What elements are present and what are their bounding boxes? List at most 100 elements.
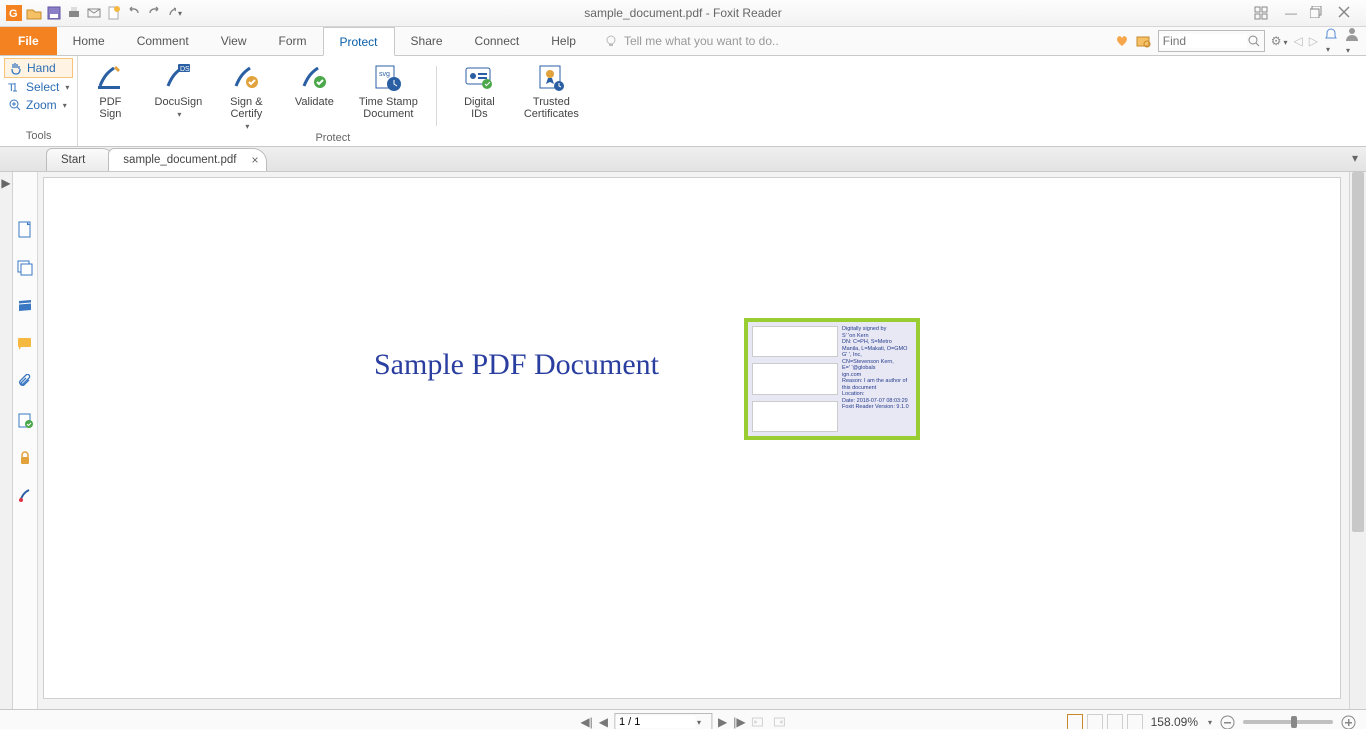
document-tab-label: sample_document.pdf bbox=[123, 154, 236, 166]
signature-thumbnails bbox=[752, 326, 838, 432]
signature-details: Digitally signed by S' 'on Kern DN: C=PH… bbox=[842, 326, 912, 432]
prev-page-icon[interactable]: ◀ bbox=[599, 715, 608, 729]
view-mode-icons bbox=[1067, 714, 1143, 729]
security-panel-icon[interactable] bbox=[17, 450, 33, 466]
page-number-input[interactable] bbox=[615, 716, 695, 728]
tell-me-placeholder: Tell me what you want to do.. bbox=[624, 34, 779, 48]
signatures-panel-icon[interactable] bbox=[17, 412, 33, 428]
find-prev-icon[interactable]: ◁ bbox=[1294, 34, 1303, 48]
next-page-icon[interactable]: ▶ bbox=[718, 715, 727, 729]
tab-help[interactable]: Help bbox=[535, 27, 592, 55]
save-icon[interactable] bbox=[46, 5, 62, 21]
gear-icon[interactable]: ⚙▾ bbox=[1271, 34, 1288, 48]
new-icon[interactable] bbox=[106, 5, 122, 21]
zoom-label: Zoom bbox=[26, 98, 57, 112]
tab-connect[interactable]: Connect bbox=[459, 27, 536, 55]
pdf-sign-icon bbox=[94, 62, 126, 94]
continuous-icon[interactable] bbox=[1087, 714, 1103, 729]
ribbon-toggle-icon[interactable] bbox=[1254, 6, 1272, 20]
tab-share[interactable]: Share bbox=[395, 27, 459, 55]
close-tab-icon[interactable]: × bbox=[251, 153, 258, 167]
sign-certify-icon bbox=[230, 62, 262, 94]
validate-button[interactable]: Validate bbox=[284, 60, 344, 132]
open-icon[interactable] bbox=[26, 5, 42, 21]
document-tab[interactable]: sample_document.pdf × bbox=[108, 148, 267, 171]
tab-form[interactable]: Form bbox=[263, 27, 323, 55]
bell-icon[interactable]: ▾ bbox=[1324, 27, 1338, 55]
scroll-thumb[interactable] bbox=[1352, 172, 1364, 532]
layers-panel-icon[interactable] bbox=[17, 260, 33, 276]
scroll-tool-icon[interactable]: ▾ bbox=[166, 5, 182, 21]
nav-forward-icon[interactable] bbox=[772, 715, 786, 729]
tabs-dropdown-icon[interactable]: ▾ bbox=[1352, 151, 1358, 165]
zoom-tool[interactable]: Zoom▾ bbox=[4, 96, 73, 114]
panel-expand-strip[interactable]: ▶ bbox=[0, 172, 13, 709]
digital-signature-box[interactable]: Digitally signed by S' 'on Kern DN: C=PH… bbox=[744, 318, 920, 440]
file-menu[interactable]: File bbox=[0, 27, 57, 55]
comments-panel-icon[interactable] bbox=[17, 336, 33, 352]
user-icon[interactable]: ▾ bbox=[1344, 26, 1360, 56]
start-tab[interactable]: Start bbox=[46, 148, 116, 171]
heart-icon[interactable] bbox=[1114, 33, 1130, 49]
hand-tool[interactable]: Hand bbox=[4, 58, 73, 78]
zoom-out-icon[interactable] bbox=[1220, 715, 1235, 729]
single-page-icon[interactable] bbox=[1067, 714, 1083, 729]
search-folder-icon[interactable] bbox=[1136, 33, 1152, 49]
page-dropdown-icon[interactable]: ▾ bbox=[697, 718, 701, 727]
print-icon[interactable] bbox=[66, 5, 82, 21]
nav-back-icon[interactable] bbox=[752, 715, 766, 729]
svg-text:svg: svg bbox=[379, 71, 390, 78]
docusign-icon: DS bbox=[162, 62, 194, 94]
tab-view[interactable]: View bbox=[205, 27, 263, 55]
find-input[interactable] bbox=[1159, 34, 1247, 48]
pages-panel-icon[interactable] bbox=[17, 222, 33, 238]
tab-comment[interactable]: Comment bbox=[121, 27, 205, 55]
pdf-sign-button[interactable]: PDF Sign bbox=[80, 60, 140, 132]
zoom-slider-knob[interactable] bbox=[1291, 716, 1297, 728]
digital-ids-label: Digital IDs bbox=[464, 96, 495, 120]
timestamp-button[interactable]: svg Time Stamp Document bbox=[352, 60, 424, 132]
docusign-label: DocuSign bbox=[155, 96, 203, 108]
minimize-button[interactable]: — bbox=[1282, 6, 1300, 20]
continuous-facing-icon[interactable] bbox=[1127, 714, 1143, 729]
document-viewport[interactable]: Sample PDF Document Digitally signed by … bbox=[38, 172, 1366, 709]
sig-line: Reason: I am the author of bbox=[842, 378, 912, 385]
zoom-in-icon[interactable] bbox=[1341, 715, 1356, 729]
ribbon: Hand T Select▾ Zoom▾ Tools PDF Sign DS D… bbox=[0, 56, 1366, 147]
attachments-panel-icon[interactable] bbox=[17, 374, 33, 390]
undo-icon[interactable] bbox=[126, 5, 142, 21]
select-tool[interactable]: T Select▾ bbox=[4, 78, 73, 96]
tell-me-box[interactable]: Tell me what you want to do.. bbox=[604, 27, 779, 55]
tab-home[interactable]: Home bbox=[57, 27, 121, 55]
find-box[interactable] bbox=[1158, 30, 1265, 52]
docusign-button[interactable]: DS DocuSign▾ bbox=[148, 60, 208, 132]
digital-ids-button[interactable]: Digital IDs bbox=[449, 60, 509, 132]
facing-icon[interactable] bbox=[1107, 714, 1123, 729]
work-area: ▶ Sample PDF Document Digitally signed b… bbox=[0, 172, 1366, 709]
trusted-certs-icon bbox=[535, 62, 567, 94]
close-button[interactable] bbox=[1338, 6, 1356, 20]
zoom-dropdown-icon[interactable]: ▾ bbox=[1208, 718, 1212, 727]
email-icon[interactable] bbox=[86, 5, 102, 21]
page-number-box[interactable]: ▾ bbox=[614, 713, 712, 729]
zoom-icon bbox=[8, 98, 22, 112]
sign-panel-icon[interactable] bbox=[17, 488, 33, 504]
app-icon: G bbox=[6, 5, 22, 21]
zoom-slider[interactable] bbox=[1243, 720, 1333, 724]
search-icon[interactable] bbox=[1247, 34, 1261, 48]
status-bar: ◀| ◀ ▾ ▶ |▶ 158.09% ▾ bbox=[0, 709, 1366, 729]
redo-icon[interactable] bbox=[146, 5, 162, 21]
first-page-icon[interactable]: ◀| bbox=[580, 715, 592, 729]
sig-thumb-2 bbox=[752, 363, 838, 394]
tab-protect[interactable]: Protect bbox=[323, 27, 395, 56]
sign-certify-button[interactable]: Sign & Certify▾ bbox=[216, 60, 276, 132]
find-next-icon[interactable]: ▷ bbox=[1309, 34, 1318, 48]
hand-label: Hand bbox=[27, 61, 56, 75]
vertical-scrollbar[interactable] bbox=[1349, 172, 1366, 709]
trusted-certs-button[interactable]: Trusted Certificates bbox=[517, 60, 585, 132]
sign-certify-label: Sign & Certify bbox=[230, 96, 262, 120]
bookmarks-panel-icon[interactable] bbox=[17, 298, 33, 314]
pdf-page: Sample PDF Document Digitally signed by … bbox=[44, 178, 1340, 698]
last-page-icon[interactable]: |▶ bbox=[733, 715, 745, 729]
restore-button[interactable] bbox=[1310, 6, 1328, 20]
